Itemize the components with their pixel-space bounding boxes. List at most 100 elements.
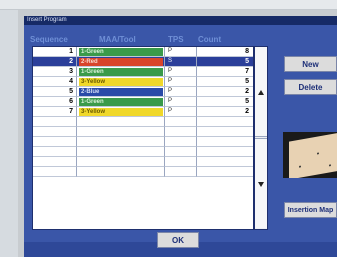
sequence-number: 1 (69, 48, 73, 55)
insert-point-marker (329, 164, 331, 167)
column-headers: Sequence MAA/Tool TPS Count (24, 34, 254, 46)
scroll-down-button[interactable] (255, 138, 267, 228)
window-title: Insert Program (27, 17, 67, 23)
sequence-number: 4 (69, 78, 73, 85)
empty-table-row[interactable] (33, 117, 253, 127)
cell-count: 5 (197, 57, 253, 67)
empty-table-row[interactable] (33, 137, 253, 147)
header-material-tool: MAA/Tool (99, 35, 136, 44)
table-row[interactable]: 5 2-Blue P 2 (33, 87, 253, 97)
table-scrollbar[interactable] (254, 46, 268, 230)
cell-count (197, 117, 253, 127)
cell-sequence: 4 (33, 77, 77, 87)
scroll-up-button[interactable] (255, 47, 267, 137)
tps-value: P (168, 88, 173, 94)
tps-value: P (168, 108, 173, 114)
cell-tps (165, 147, 197, 157)
table-row[interactable]: 1 1-Green P 8 (33, 47, 253, 57)
table-row[interactable]: 3 1-Green P 7 (33, 67, 253, 77)
count-value: 5 (245, 58, 249, 65)
arrow-down-icon (258, 182, 264, 187)
cell-tps (165, 157, 197, 167)
cell-count (197, 157, 253, 167)
board-preview (289, 132, 337, 178)
cell-sequence: 3 (33, 67, 77, 77)
insert-program-window: Insert Program Sequence MAA/Tool TPS Cou… (24, 16, 337, 257)
table-row[interactable]: 6 1-Green P 5 (33, 97, 253, 107)
material-chip: 1-Green (79, 98, 163, 106)
insertion-map-button[interactable]: Insertion Map (284, 202, 337, 218)
material-chip: 1-Green (79, 68, 163, 76)
cell-sequence (33, 117, 77, 127)
empty-table-row[interactable] (33, 127, 253, 137)
top-strip (0, 0, 337, 10)
insert-point-marker (299, 165, 301, 168)
material-chip: 1-Green (79, 48, 163, 56)
header-count: Count (198, 35, 222, 44)
cell-material: 3-Yellow (77, 107, 165, 117)
sequence-number: 6 (69, 98, 73, 105)
cell-material (77, 137, 165, 147)
cell-tps: S (165, 57, 197, 67)
cell-material: 2-Blue (77, 87, 165, 97)
cell-count: 5 (197, 77, 253, 87)
table-row[interactable]: 2 2-Red S 5 (33, 57, 253, 67)
cell-count: 2 (197, 107, 253, 117)
count-value: 5 (245, 78, 249, 85)
cell-count (197, 127, 253, 137)
cell-material: 1-Green (77, 97, 165, 107)
delete-button[interactable]: Delete (284, 79, 337, 95)
cell-material (77, 117, 165, 127)
cell-sequence: 2 (33, 57, 77, 67)
cell-count (197, 147, 253, 157)
title-bar: Insert Program (24, 16, 337, 25)
cell-count (197, 167, 253, 177)
cell-count (197, 137, 253, 147)
cell-count: 7 (197, 67, 253, 77)
material-chip: 2-Blue (79, 88, 163, 96)
sequence-number: 2 (69, 58, 73, 65)
material-chip: 3-Yellow (79, 78, 163, 86)
empty-table-row[interactable] (33, 147, 253, 157)
tps-value: P (168, 98, 173, 104)
sequence-table: 1 1-Green P 8 2 2-Red S 5 3 1-Green P 7 4 3-Yellow P 5 5… (32, 46, 254, 230)
cell-material (77, 127, 165, 137)
count-value: 5 (245, 98, 249, 105)
cell-material (77, 147, 165, 157)
table-row[interactable]: 4 3-Yellow P 5 (33, 77, 253, 87)
cell-sequence (33, 127, 77, 137)
header-tps: TPS (168, 35, 184, 44)
header-sequence: Sequence (30, 35, 68, 44)
tps-value: S (168, 58, 173, 64)
count-value: 2 (245, 88, 249, 95)
count-value: 7 (245, 68, 249, 75)
empty-table-row[interactable] (33, 157, 253, 167)
cell-count: 2 (197, 87, 253, 97)
cell-material: 1-Green (77, 67, 165, 77)
new-button[interactable]: New (284, 56, 337, 72)
cell-count: 5 (197, 97, 253, 107)
tps-value: P (168, 68, 173, 74)
cell-tps (165, 127, 197, 137)
cell-material: 1-Green (77, 47, 165, 57)
empty-table-row[interactable] (33, 167, 253, 177)
cell-sequence (33, 137, 77, 147)
cell-material: 2-Red (77, 57, 165, 67)
cell-sequence: 7 (33, 107, 77, 117)
cell-tps (165, 167, 197, 177)
table-row[interactable]: 7 3-Yellow P 2 (33, 107, 253, 117)
cell-tps: P (165, 97, 197, 107)
cell-count: 8 (197, 47, 253, 57)
cell-material (77, 167, 165, 177)
material-chip: 3-Yellow (79, 108, 163, 116)
count-value: 2 (245, 108, 249, 115)
material-chip: 2-Red (79, 58, 163, 66)
arrow-up-icon (258, 90, 264, 95)
cell-tps: P (165, 77, 197, 87)
tps-value: P (168, 48, 173, 54)
cell-tps: P (165, 107, 197, 117)
ok-button[interactable]: OK (157, 232, 199, 248)
cell-material (77, 157, 165, 167)
cell-tps: P (165, 87, 197, 97)
cell-sequence (33, 167, 77, 177)
